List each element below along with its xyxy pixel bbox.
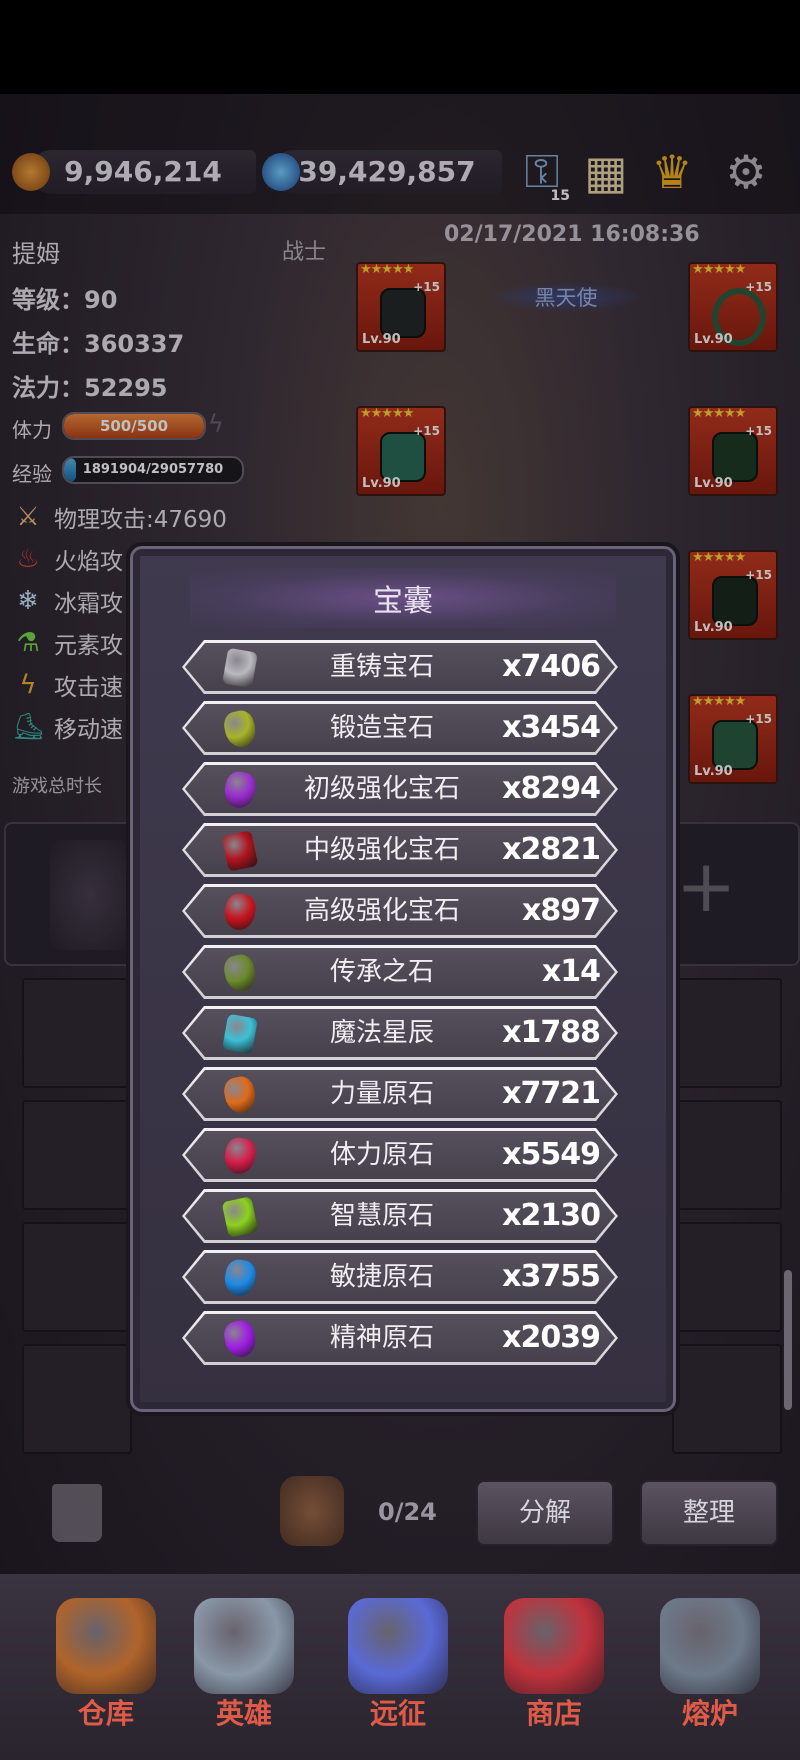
- status-bar-area: [0, 0, 800, 94]
- bag-item-name: 中级强化宝石: [303, 835, 460, 865]
- nav-item-5[interactable]: 熔炉: [640, 1580, 780, 1750]
- bag-item-name: 重铸宝石: [329, 652, 434, 682]
- bag-item-count: x2039: [502, 1320, 601, 1355]
- nav-label: 英雄: [215, 1697, 272, 1730]
- anvil-stone-icon: [218, 646, 262, 690]
- nav-label: 商店: [525, 1697, 582, 1730]
- nav-item-1[interactable]: 仓库: [36, 1580, 176, 1750]
- portal-castle-icon: [348, 1598, 448, 1694]
- decompose-button[interactable]: 分解: [476, 1480, 614, 1546]
- gem-shape: [221, 708, 259, 750]
- gem-shape: [222, 647, 258, 689]
- bag-item-row[interactable]: 重铸宝石 x7406: [182, 640, 618, 694]
- gem-shape: [222, 1257, 258, 1299]
- bag-icon: [56, 1598, 156, 1694]
- bag-item-count: x7406: [502, 649, 601, 684]
- bag-item-count: x8294: [502, 771, 601, 806]
- bag-item-name: 智慧原石: [329, 1201, 434, 1231]
- gem-shape: [222, 891, 258, 933]
- sort-button[interactable]: 整理: [640, 1480, 778, 1546]
- bag-item-count: x5549: [502, 1137, 601, 1172]
- bag-item-name: 传承之石: [329, 957, 434, 987]
- green-rock-icon: [218, 951, 262, 995]
- bag-item-row[interactable]: 力量原石 x7721: [182, 1067, 618, 1121]
- bag-modal: 宝囊 重铸宝石 x7406 锻造宝石 x3454 初级强化宝石 x8294 中级强化宝石 x2…: [126, 542, 680, 1416]
- bag-item-name: 精神原石: [329, 1323, 434, 1353]
- inventory-count: 0/24: [378, 1498, 437, 1526]
- blue-crystal-icon: [218, 1256, 262, 1300]
- gem-shape: [221, 952, 259, 994]
- nav-label: 远征: [369, 1697, 426, 1730]
- nav-item-2[interactable]: 英雄: [174, 1580, 314, 1750]
- red-round-gem-icon: [218, 890, 262, 934]
- anvil-icon: [660, 1598, 760, 1694]
- bag-item-count: x897: [522, 893, 601, 928]
- bag-item-count: x3454: [502, 710, 601, 745]
- bag-item-count: x2821: [502, 832, 601, 867]
- green-bar-icon: [218, 707, 262, 751]
- bag-item-count: x14: [541, 954, 601, 989]
- bag-item-name: 魔法星辰: [329, 1018, 434, 1048]
- nav-item-3[interactable]: 远征: [328, 1580, 468, 1750]
- bag-item-count: x3755: [502, 1259, 601, 1294]
- gem-shape: [222, 1013, 258, 1055]
- nav-label: 仓库: [77, 1697, 134, 1730]
- cyan-star-dust-icon: [218, 1012, 262, 1056]
- bag-item-row[interactable]: 传承之石 x14: [182, 945, 618, 999]
- bag-item-name: 初级强化宝石: [303, 774, 460, 804]
- gem-shape: [221, 830, 259, 872]
- orange-crystal-icon: [218, 1073, 262, 1117]
- bag-item-row[interactable]: 敏捷原石 x3755: [182, 1250, 618, 1304]
- gem-shape: [222, 769, 258, 811]
- bag-item-name: 体力原石: [329, 1140, 434, 1170]
- modal-title: 宝囊: [373, 584, 433, 619]
- bag-item-row[interactable]: 中级强化宝石 x2821: [182, 823, 618, 877]
- green-crystal-icon: [218, 1195, 262, 1239]
- trash-icon[interactable]: [52, 1484, 102, 1542]
- bag-item-count: x2130: [502, 1198, 601, 1233]
- bag-item-name: 锻造宝石: [329, 713, 434, 743]
- bag-item-row[interactable]: 锻造宝石 x3454: [182, 701, 618, 755]
- bag-item-row[interactable]: 初级强化宝石 x8294: [182, 762, 618, 816]
- bag-item-name: 敏捷原石: [329, 1262, 434, 1292]
- bag-item-row[interactable]: 体力原石 x5549: [182, 1128, 618, 1182]
- purple-gems-icon: [218, 768, 262, 812]
- nav-item-4[interactable]: 商店: [484, 1580, 624, 1750]
- bag-item-name: 高级强化宝石: [303, 896, 460, 926]
- helmet-icon: [194, 1598, 294, 1694]
- purple-crystal-icon: [218, 1317, 262, 1361]
- gem-shape: [221, 1074, 259, 1116]
- nav-label: 熔炉: [681, 1697, 738, 1730]
- bag-item-row[interactable]: 精神原石 x2039: [182, 1311, 618, 1365]
- bag-item-name: 力量原石: [329, 1079, 434, 1109]
- backpack-icon: [280, 1476, 344, 1546]
- bag-item-row[interactable]: 智慧原石 x2130: [182, 1189, 618, 1243]
- bag-item-row[interactable]: 高级强化宝石 x897: [182, 884, 618, 938]
- gem-shape: [221, 1196, 259, 1238]
- bag-item-count: x7721: [502, 1076, 601, 1111]
- shop-icon: [504, 1598, 604, 1694]
- bag-item-count: x1788: [502, 1015, 601, 1050]
- gem-shape: [221, 1318, 259, 1360]
- red-crystal-icon: [218, 1134, 262, 1178]
- red-hexagon-gem-icon: [218, 829, 262, 873]
- gem-shape: [222, 1135, 258, 1177]
- bag-item-row[interactable]: 魔法星辰 x1788: [182, 1006, 618, 1060]
